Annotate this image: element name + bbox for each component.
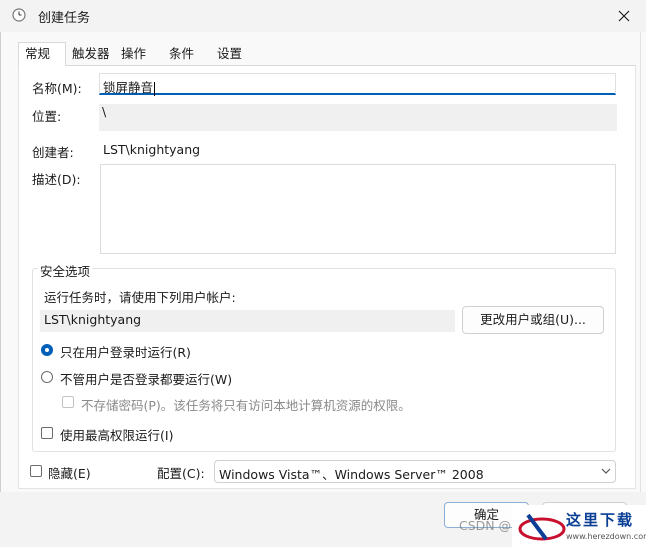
author-label: 创建者: <box>32 145 74 160</box>
clock-icon <box>12 8 26 22</box>
location-field: \ <box>99 104 617 131</box>
window-title: 创建任务 <box>38 11 91 26</box>
do-not-store-password-label: 不存储密码(P)。该任务将只有访问本地计算机资源的权限。 <box>81 398 411 413</box>
checkbox-hidden[interactable] <box>30 465 42 477</box>
close-icon <box>618 10 630 22</box>
tab-settings[interactable]: 设置 <box>217 43 257 65</box>
description-label: 描述(D): <box>32 172 81 187</box>
radio-run-logged-on-label[interactable]: 只在用户登录时运行(R) <box>60 342 191 361</box>
user-account-field: LST\knightyang <box>40 310 455 332</box>
close-button[interactable] <box>606 2 642 30</box>
highest-privileges-label[interactable]: 使用最高权限运行(I) <box>60 425 173 444</box>
site-logo-icon <box>518 513 566 541</box>
text-cursor <box>154 81 156 96</box>
location-label: 位置: <box>32 109 62 124</box>
name-value: 锁屏静音 <box>103 80 154 95</box>
checkbox-highest-privileges[interactable] <box>41 427 53 439</box>
security-options-title: 安全选项 <box>38 261 93 280</box>
window-right-border <box>640 32 641 547</box>
configure-label: 配置(C): <box>157 466 205 481</box>
csdn-watermark: CSDN @ <box>459 518 512 533</box>
radio-run-whether-logged-label[interactable]: 不管用户是否登录都要运行(W) <box>60 369 232 388</box>
title-bar <box>0 0 646 32</box>
window-left-border <box>0 32 1 547</box>
change-user-button[interactable]: 更改用户或组(U)... <box>462 306 604 334</box>
checkbox-do-not-store-password[interactable] <box>62 396 74 408</box>
tab-general[interactable]: 常规 <box>18 42 66 66</box>
tab-conditions[interactable]: 条件 <box>169 43 209 65</box>
radio-run-whether-logged[interactable] <box>41 371 53 383</box>
site-watermark-url: www.herezdown.com <box>566 532 646 541</box>
tab-triggers[interactable]: 触发器 <box>72 43 118 65</box>
radio-run-logged-on[interactable] <box>41 344 53 356</box>
name-label: 名称(M): <box>32 81 82 96</box>
location-value: \ <box>102 104 107 119</box>
description-field[interactable] <box>100 164 616 254</box>
site-watermark-name: 这里下载 <box>566 511 635 529</box>
configure-value: Windows Vista™、Windows Server™ 2008 <box>219 467 484 482</box>
name-field[interactable]: 锁屏静音 <box>99 73 616 96</box>
configure-select[interactable]: Windows Vista™、Windows Server™ 2008 <box>214 460 616 483</box>
user-account-value: LST\knightyang <box>44 312 142 327</box>
hidden-label[interactable]: 隐藏(E) <box>48 463 91 482</box>
tab-actions[interactable]: 操作 <box>121 43 161 65</box>
chevron-down-icon <box>601 468 611 474</box>
run-as-prompt: 运行任务时，请使用下列用户帐户: <box>44 290 236 305</box>
author-value: LST\knightyang <box>103 142 201 157</box>
